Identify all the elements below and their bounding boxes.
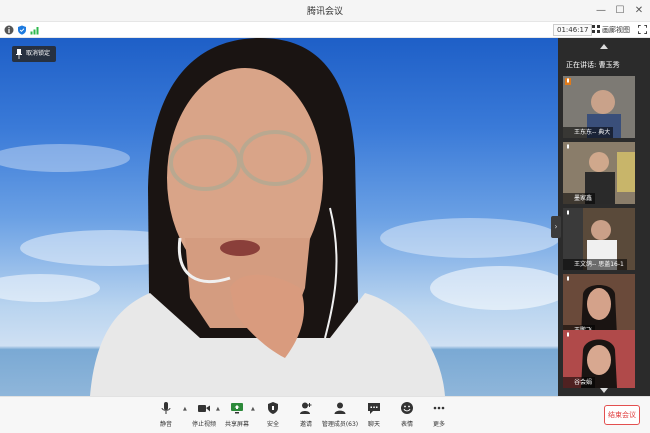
participant-tile[interactable]: 王东东-- 典大 — [563, 76, 635, 138]
mute-button[interactable]: 静音 — [148, 401, 184, 431]
share-screen-label: 共享屏幕 — [224, 421, 249, 428]
grid-icon — [592, 25, 600, 33]
reactions-label: 表情 — [400, 421, 413, 428]
mic-icon — [567, 332, 569, 337]
more-label: 更多 — [432, 421, 445, 428]
participant-tile[interactable]: 墨家鑫 — [563, 142, 635, 204]
title-bar: 腾讯会议 — ☐ ✕ — [0, 0, 650, 22]
collapse-panel-button[interactable]: › — [551, 216, 561, 238]
participant-name: 谷会娟 — [563, 377, 596, 388]
smiley-icon — [401, 402, 413, 414]
mic-icon — [567, 144, 569, 149]
mute-label: 静音 — [159, 421, 172, 428]
share-screen-icon — [231, 403, 243, 414]
mic-icon — [565, 78, 571, 85]
mic-icon — [567, 276, 569, 281]
security-button[interactable]: 安全 — [255, 401, 291, 431]
camera-icon — [198, 405, 210, 412]
participant-tile[interactable]: 王文鸽-- 思盖16-1 — [563, 208, 635, 270]
participant-name: 墨家鑫 — [563, 193, 596, 204]
unpin-button[interactable]: 取消锁定 — [12, 46, 57, 62]
status-bar: 01:46:17 画廊视图 — [0, 22, 650, 38]
pin-icon — [16, 49, 22, 59]
scroll-up-icon[interactable] — [600, 44, 608, 49]
participant-tile[interactable]: 谷会娟 — [563, 330, 635, 388]
meeting-toolbar: 静音 ▲ 停止视频 ▲ 共享屏幕 ▲ 安全 邀请 管理成员(63) 聊天 表情 … — [0, 396, 650, 433]
share-screen-button[interactable]: 共享屏幕 — [219, 401, 255, 431]
shield-icon — [268, 402, 278, 414]
window-title: 腾讯会议 — [306, 7, 343, 17]
participant-name: 王东东-- 典大 — [563, 127, 614, 138]
security-label: 安全 — [266, 421, 279, 428]
unpin-label: 取消锁定 — [26, 50, 51, 57]
fullscreen-icon[interactable] — [638, 25, 647, 34]
minimize-icon[interactable]: — — [593, 3, 609, 19]
reactions-button[interactable]: 表情 — [389, 401, 425, 431]
add-user-icon — [300, 402, 312, 414]
signal-icon[interactable] — [30, 25, 40, 35]
more-icon — [433, 406, 445, 410]
microphone-icon — [161, 402, 171, 414]
mic-icon — [567, 210, 569, 215]
speaking-indicator: 正在讲话: 曹玉秀 — [566, 61, 620, 69]
participant-tile[interactable]: 王鹏飞 — [563, 274, 635, 336]
participant-name: 王文鸽-- 思盖16-1 — [563, 259, 627, 270]
chat-icon — [368, 403, 380, 414]
gallery-view-label: 画廊视图 — [602, 26, 630, 34]
chat-button[interactable]: 聊天 — [356, 401, 392, 431]
more-button[interactable]: 更多 — [421, 401, 457, 431]
chat-label: 聊天 — [367, 421, 380, 428]
scroll-down-icon[interactable] — [600, 388, 608, 393]
info-icon[interactable] — [4, 25, 14, 35]
meeting-timer: 01:46:17 — [553, 24, 593, 36]
members-icon — [334, 402, 346, 414]
end-meeting-button[interactable]: 结束会议 — [604, 405, 640, 425]
speaker-video-frame — [0, 38, 558, 396]
main-video[interactable]: 取消锁定 — [0, 38, 558, 396]
stop-video-label: 停止视频 — [191, 421, 216, 428]
shield-icon[interactable] — [17, 25, 27, 35]
maximize-icon[interactable]: ☐ — [612, 3, 628, 19]
gallery-view-button[interactable]: 画廊视图 — [592, 24, 630, 36]
close-icon[interactable]: ✕ — [631, 3, 647, 19]
